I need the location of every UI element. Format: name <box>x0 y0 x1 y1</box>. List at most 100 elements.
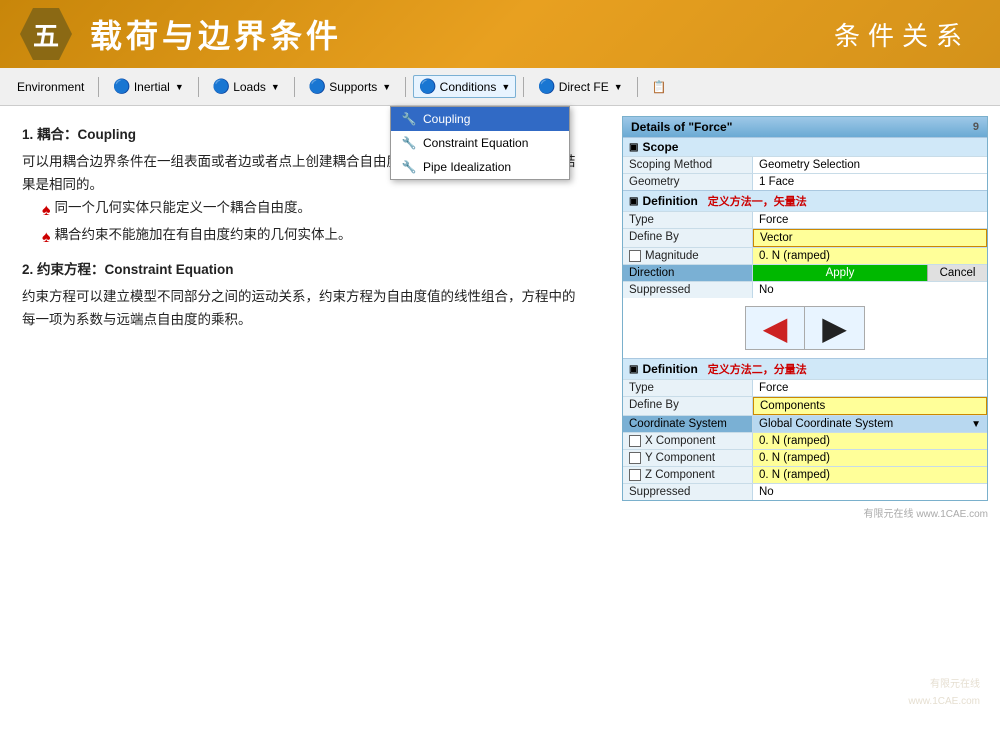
z-comp-checkbox[interactable] <box>629 469 641 481</box>
directfe-label: Direct FE <box>559 80 609 94</box>
definition1-label: Definition <box>642 194 697 208</box>
toolbar-loads[interactable]: 🔵 Loads ▼ <box>206 75 287 98</box>
define-by2-value[interactable]: Components <box>753 397 987 415</box>
y-comp-row: Y Component 0. N (ramped) <box>623 449 987 466</box>
magnitude-checkbox[interactable] <box>629 250 641 262</box>
details-header: Details of "Force" 9 <box>623 117 987 137</box>
pipe-label: Pipe Idealization <box>423 160 511 174</box>
toolbar-sep-1 <box>98 77 99 97</box>
z-comp-label: Z Component <box>623 467 753 483</box>
header: 五 载荷与边界条件 条件关系 <box>0 0 1000 68</box>
supports-label: Supports <box>329 80 377 94</box>
definition2-label: Definition <box>642 362 697 376</box>
header-number: 五 <box>20 8 72 60</box>
toolbar-directfe[interactable]: 🔵 Direct FE ▼ <box>531 75 629 98</box>
directfe-arrow: ▼ <box>614 82 623 92</box>
coord-system-value: Global Coordinate System ▼ <box>753 416 987 432</box>
x-comp-checkbox[interactable] <box>629 435 641 447</box>
header-title: 载荷与边界条件 <box>90 11 342 57</box>
toolbar-conditions[interactable]: 🔵 Conditions ▼ <box>413 75 516 98</box>
coord-dropdown-arrow[interactable]: ▼ <box>971 419 981 430</box>
scope-section-header: ▣ Scope <box>623 137 987 156</box>
constraint-icon: 🔧 <box>401 135 417 151</box>
arrow-area: ◀ ▶ <box>623 298 987 358</box>
definition1-collapse-icon[interactable]: ▣ <box>629 196 638 207</box>
conditions-arrow: ▼ <box>501 82 510 92</box>
coupling-label: Coupling <box>423 112 470 126</box>
x-comp-row: X Component 0. N (ramped) <box>623 432 987 449</box>
menu-item-pipe-idealization[interactable]: 🔧 Pipe Idealization <box>391 155 569 179</box>
menu-item-constraint-equation[interactable]: 🔧 Constraint Equation <box>391 131 569 155</box>
type-label: Type <box>623 212 753 228</box>
coord-system-text: Global Coordinate System <box>759 418 893 430</box>
magnitude-text: Magnitude <box>645 250 699 262</box>
main-content: 1. 耦合：Coupling 可以用耦合边界条件在一组表面或者边或者点上创建耦合… <box>0 106 1000 730</box>
watermark-url: www.1CAE.com <box>916 509 988 520</box>
directfe-icon: 🔵 <box>538 78 555 95</box>
toolbar-clipboard[interactable]: 📋 <box>645 77 674 97</box>
z-comp-value: 0. N (ramped) <box>753 467 987 483</box>
y-comp-checkbox[interactable] <box>629 452 641 464</box>
scoping-method-row: Scoping Method Geometry Selection <box>623 156 987 173</box>
x-comp-label: X Component <box>623 433 753 449</box>
x-comp-text: X Component <box>645 435 715 447</box>
toolbar-sep-4 <box>405 77 406 97</box>
arrow-right-icon: ▶ <box>822 309 847 347</box>
conditions-icon: 🔵 <box>419 78 436 95</box>
apply-button[interactable]: Apply <box>753 265 927 281</box>
toolbar-sep-6 <box>637 77 638 97</box>
coord-system-row: Coordinate System Global Coordinate Syst… <box>623 415 987 432</box>
details-num: 9 <box>973 121 979 133</box>
suppressed2-row: Suppressed No <box>623 483 987 500</box>
suppressed-label: Suppressed <box>623 282 753 298</box>
inertial-label: Inertial <box>134 80 170 94</box>
y-comp-value: 0. N (ramped) <box>753 450 987 466</box>
geometry-row: Geometry 1 Face <box>623 173 987 190</box>
toolbar-sep-5 <box>523 77 524 97</box>
magnitude-checkbox-cell: Magnitude <box>629 250 746 262</box>
header-subtitle: 条件关系 <box>834 16 970 53</box>
coupling-icon: 🔧 <box>401 111 417 127</box>
scope-collapse-icon[interactable]: ▣ <box>629 142 638 153</box>
toolbar-supports[interactable]: 🔵 Supports ▼ <box>302 75 398 98</box>
scoping-method-value: Geometry Selection <box>753 157 987 173</box>
arrow-left-box[interactable]: ◀ <box>745 306 805 350</box>
x-comp-value: 0. N (ramped) <box>753 433 987 449</box>
z-comp-text: Z Component <box>645 469 715 481</box>
definition2-collapse-icon[interactable]: ▣ <box>629 364 638 375</box>
geometry-label: Geometry <box>623 174 753 190</box>
define-by-value[interactable]: Vector <box>753 229 987 247</box>
toolbar: Environment 🔵 Inertial ▼ 🔵 Loads ▼ 🔵 Sup… <box>0 68 1000 106</box>
suppressed2-label: Suppressed <box>623 484 753 500</box>
type2-label: Type <box>623 380 753 396</box>
bottom-watermark: 有限元在线 www.1CAE.com <box>622 505 988 520</box>
conditions-dropdown-menu: 🔧 Coupling 🔧 Constraint Equation 🔧 Pipe … <box>390 106 570 180</box>
loads-arrow: ▼ <box>271 82 280 92</box>
definition2-section-header: ▣ Definition 定义方法二，分量法 <box>623 358 987 379</box>
define-by-row: Define By Vector <box>623 228 987 247</box>
coord-system-label: Coordinate System <box>623 416 753 432</box>
toolbar-sep-3 <box>294 77 295 97</box>
bullet-icon-2: ♠ <box>42 224 51 251</box>
arrow-right-box[interactable]: ▶ <box>805 306 865 350</box>
section2: 2. 约束方程：Constraint Equation 约束方程可以建立模型不同… <box>22 259 588 332</box>
loads-icon: 🔵 <box>213 78 230 95</box>
cancel-button[interactable]: Cancel <box>927 265 987 281</box>
section2-title: 2. 约束方程：Constraint Equation <box>22 259 588 282</box>
suppressed-value: No <box>753 282 987 298</box>
direction-row: Direction Apply Cancel <box>623 264 987 281</box>
loads-label: Loads <box>233 80 266 94</box>
section2-para1: 约束方程可以建立模型不同部分之间的运动关系，约束方程为自由度值的线性组合，方程中… <box>22 286 588 332</box>
definition1-label-cn: 定义方法一，矢量法 <box>708 193 807 209</box>
y-comp-label: Y Component <box>623 450 753 466</box>
constraint-label: Constraint Equation <box>423 136 528 150</box>
define-by2-label: Define By <box>623 397 753 415</box>
bullet-item-1: ♠ 同一个几何实体只能定义一个耦合自由度。 <box>42 197 588 224</box>
definition2-label-cn: 定义方法二，分量法 <box>708 361 807 377</box>
type-row: Type Force <box>623 211 987 228</box>
supports-icon: 🔵 <box>309 78 326 95</box>
menu-item-coupling[interactable]: 🔧 Coupling <box>391 107 569 131</box>
toolbar-inertial[interactable]: 🔵 Inertial ▼ <box>106 75 190 98</box>
bullet-text-2: 耦合约束不能施加在有自由度约束的几何实体上。 <box>55 224 352 247</box>
toolbar-environment[interactable]: Environment <box>10 77 91 97</box>
